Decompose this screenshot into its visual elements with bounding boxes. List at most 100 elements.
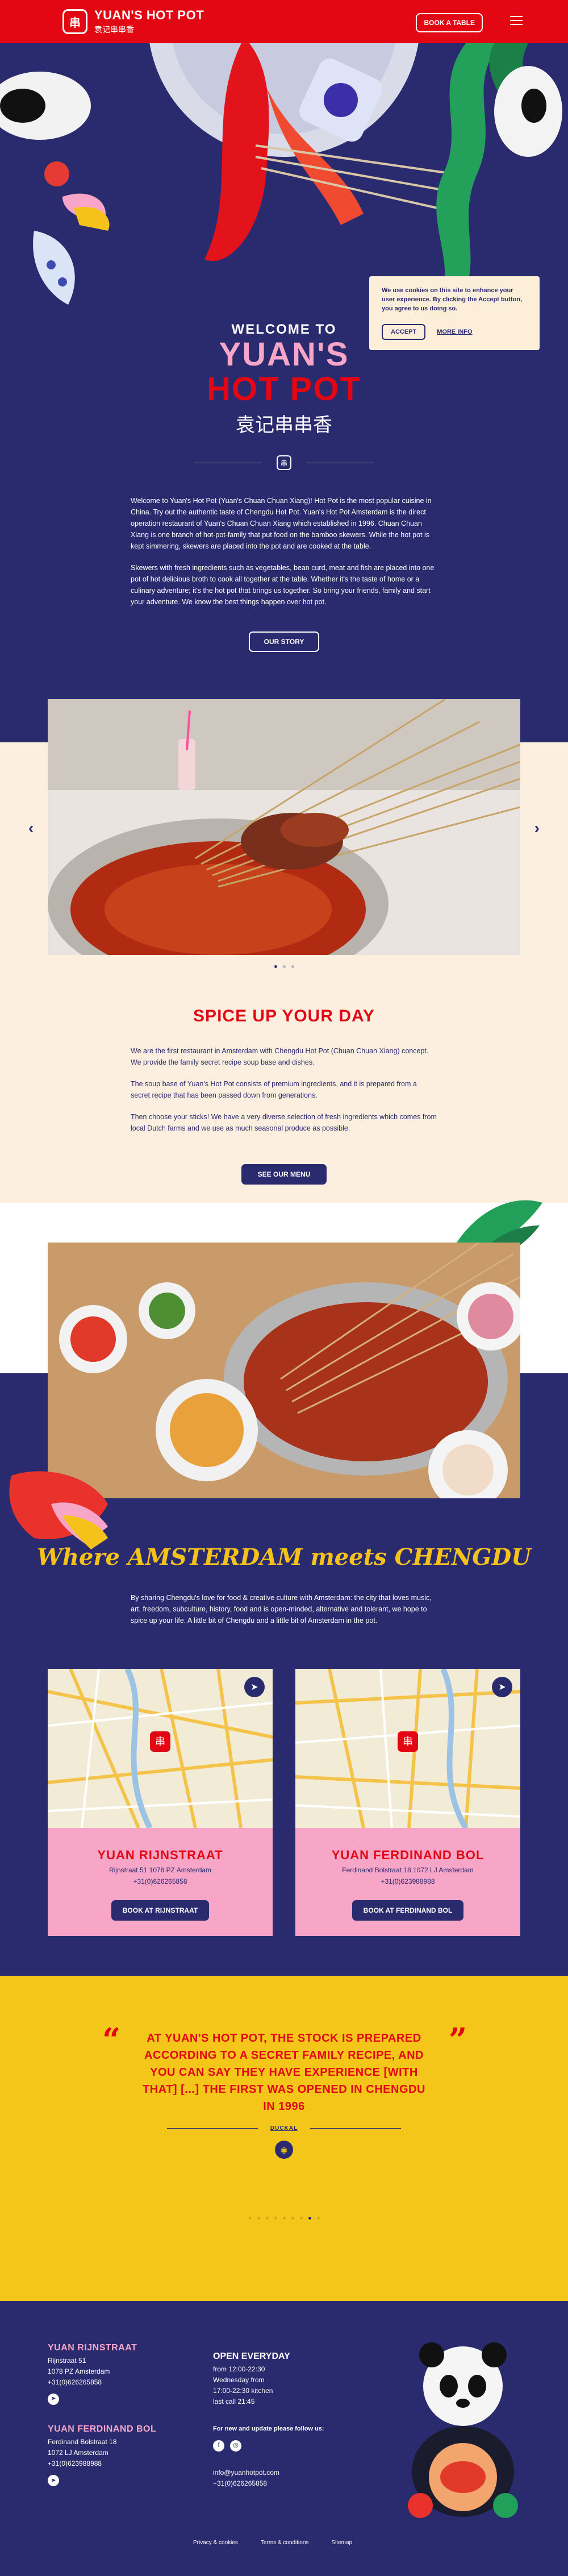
map-rijnstraat[interactable]: 串: [47, 1667, 273, 1830]
hours-line-1: from 12:00-22:30: [213, 2365, 265, 2373]
logo[interactable]: YUAN'S HOT POT 袁记串串香: [94, 8, 204, 35]
footer-loc2-name: YUAN FERDINAND BOL: [48, 2424, 157, 2434]
hero-title-line2: HOT POT: [207, 370, 361, 408]
hero-section: We use cookies on this site to enhance y…: [0, 43, 568, 685]
open-quote-icon: “: [102, 2021, 121, 2059]
hero-chinese-title: 袁记串串香: [236, 413, 332, 437]
quote-attribution: DUCKAL: [0, 2125, 568, 2132]
carousel-dot[interactable]: [257, 2217, 260, 2220]
sitemap-link[interactable]: Sitemap: [331, 2540, 352, 2546]
hero-illustration: [0, 43, 562, 310]
location-card-rijnstraat: 串 ➤ YUAN RIJNSTRAAT Rijnstraat 51 1078 P…: [47, 1667, 273, 1936]
carousel-dot[interactable]: [248, 2217, 252, 2220]
location-name: YUAN FERDINAND BOL: [331, 1848, 485, 1862]
terms-link[interactable]: Terms & conditions: [261, 2540, 308, 2546]
quote-author[interactable]: DUCKAL: [270, 2125, 298, 2132]
carousel-dot[interactable]: [265, 2217, 269, 2220]
hamburger-menu-icon[interactable]: [510, 16, 523, 25]
spice-paragraph-3: Then choose your sticks! We have a very …: [131, 1113, 437, 1132]
panda-illustration: [408, 2342, 518, 2518]
footer-hours: OPEN EVERYDAY from 12:00-22:30 Wednesday…: [213, 2349, 324, 2489]
footer-loc1-phone[interactable]: +31(0)626265858: [48, 2377, 156, 2388]
footer-locations: YUAN RIJNSTRAAT Rijnstraat 51 1078 PZ Am…: [48, 2341, 157, 2487]
site-header: 串 YUAN'S HOT POT 袁记串串香 BOOK A TABLE: [0, 0, 568, 43]
amsterdam-paragraph: By sharing Chengdu's love for food & cre…: [131, 1594, 432, 1624]
footer-loc1-city: 1078 PZ Amsterdam: [48, 2367, 110, 2375]
hours-line-4: last call 21:45: [213, 2398, 255, 2406]
close-quote-icon: ”: [449, 2021, 467, 2059]
quote-dots: [0, 2217, 568, 2220]
slider-section: ‹ › SPICE UP YOUR DAY We are the first r…: [0, 685, 568, 1203]
amsterdam-heading: Where AMSTERDAM meets CHENGDU: [36, 1544, 532, 1570]
hand-illustration: [9, 1471, 108, 1549]
carousel-dot[interactable]: [291, 965, 294, 968]
map-pin-icon[interactable]: ➤: [244, 1677, 265, 1697]
hours-line-2: Wednesday from: [213, 2375, 265, 2384]
footer-phone[interactable]: +31(0)626265858: [213, 2478, 324, 2489]
hotpot-slide-image: [48, 699, 520, 955]
carousel-dot[interactable]: [282, 2217, 286, 2220]
our-story-button[interactable]: OUR STORY: [249, 631, 319, 652]
carousel-dot[interactable]: [299, 2217, 303, 2220]
location-card-ferdinand-bol: 串 ➤ YUAN FERDINAND BOL Ferdinand Bolstra…: [295, 1667, 521, 1936]
intro-paragraph-1: Welcome to Yuan's Hot Pot (Yuan's Chuan …: [131, 497, 432, 550]
footer-email[interactable]: info@yuanhotpot.com: [213, 2467, 324, 2478]
privacy-link[interactable]: Privacy & cookies: [193, 2540, 238, 2546]
location-phone[interactable]: +31(0)626265858: [48, 1877, 273, 1885]
carousel-dot[interactable]: [308, 2217, 311, 2220]
svg-text:串: 串: [155, 1736, 165, 1748]
facebook-icon[interactable]: f: [213, 2440, 224, 2452]
instagram-icon[interactable]: ◎: [230, 2440, 241, 2452]
carousel-dot[interactable]: [282, 965, 286, 968]
footer-loc2-phone[interactable]: +31(0)623988988: [48, 2458, 156, 2469]
location-phone[interactable]: +31(0)623988988: [295, 1877, 520, 1885]
location-pin-icon[interactable]: ➤: [48, 2394, 59, 2405]
location-address: Rijnstraat 51 1078 PZ Amsterdam: [108, 1866, 212, 1874]
svg-text:串: 串: [403, 1736, 413, 1748]
intro-text: Welcome to Yuan's Hot Pot (Yuan's Chuan …: [131, 495, 437, 608]
spice-paragraph-2: The soup base of Yuan's Hot Pot consists…: [131, 1080, 417, 1099]
logo-icon[interactable]: 串: [62, 9, 87, 34]
map-pin-icon[interactable]: ➤: [492, 1677, 512, 1697]
footer-bottom-links: Privacy & cookies Terms & conditions Sit…: [193, 2540, 352, 2546]
carousel-dot[interactable]: [291, 2217, 294, 2220]
footer-loc1-name: YUAN RIJNSTRAAT: [48, 2343, 137, 2353]
book-ferdinand-bol-button[interactable]: BOOK AT FERDINAND BOL: [352, 1900, 464, 1921]
footer-loc2-street: Ferdinand Bolstraat 18: [48, 2437, 117, 2446]
book-rijnstraat-button[interactable]: BOOK AT RIJNSTRAAT: [111, 1900, 210, 1921]
carousel-dot[interactable]: [274, 2217, 277, 2220]
hours-title: OPEN EVERYDAY: [213, 2351, 290, 2361]
location-name: YUAN RIJNSTRAAT: [97, 1848, 223, 1862]
cookie-message: We use cookies on this site to enhance y…: [382, 287, 523, 312]
social-links: f ◎: [213, 2440, 324, 2452]
food-spread-image: [48, 1243, 520, 1498]
amsterdam-section: Where AMSTERDAM meets CHENGDU By sharing…: [0, 1200, 568, 1976]
hours-line-3: 17:00-22:30 kitchen: [213, 2386, 273, 2395]
location-address: Ferdinand Bolstraat 18 1072 LJ Amsterdam: [342, 1866, 474, 1874]
quote-text: AT YUAN'S HOT POT, THE STOCK IS PREPARED…: [143, 2032, 425, 2113]
footer-loc1-street: Rijnstraat 51: [48, 2356, 86, 2365]
hero-title-line1: YUAN'S: [219, 336, 349, 373]
see-menu-button[interactable]: SEE OUR MENU: [241, 1164, 327, 1185]
quote-source-icon[interactable]: ◉: [275, 2141, 293, 2159]
map-ferdinand-bol[interactable]: 串: [295, 1667, 521, 1830]
spice-text: We are the first restaurant in Amsterdam…: [131, 1045, 437, 1134]
welcome-label: WELCOME TO: [231, 322, 337, 337]
site-footer: YUAN RIJNSTRAAT Rijnstraat 51 1078 PZ Am…: [0, 2301, 568, 2576]
spice-paragraph-1: We are the first restaurant in Amsterdam…: [131, 1047, 429, 1066]
book-table-button[interactable]: BOOK A TABLE: [416, 13, 483, 32]
slider-dots: [0, 965, 568, 968]
logo-name: YUAN'S HOT POT: [94, 8, 204, 22]
logo-subtitle: 袁记串串香: [94, 25, 134, 34]
location-pin-icon[interactable]: ➤: [48, 2475, 59, 2487]
carousel-dot[interactable]: [274, 965, 277, 968]
follow-text: For new and update please follow us:: [213, 2425, 324, 2433]
carousel-dot[interactable]: [316, 2217, 320, 2220]
slider-next-arrow-icon[interactable]: ›: [534, 819, 540, 837]
slider-prev-arrow-icon[interactable]: ‹: [28, 819, 34, 837]
footer-loc2-city: 1072 LJ Amsterdam: [48, 2448, 108, 2457]
intro-paragraph-2: Skewers with fresh ingredients such as v…: [131, 564, 435, 606]
quote-section: “ AT YUAN'S HOT POT, THE STOCK IS PREPAR…: [0, 1976, 568, 2301]
emblem-icon: 串: [277, 455, 291, 470]
spice-heading: SPICE UP YOUR DAY: [193, 1007, 375, 1025]
